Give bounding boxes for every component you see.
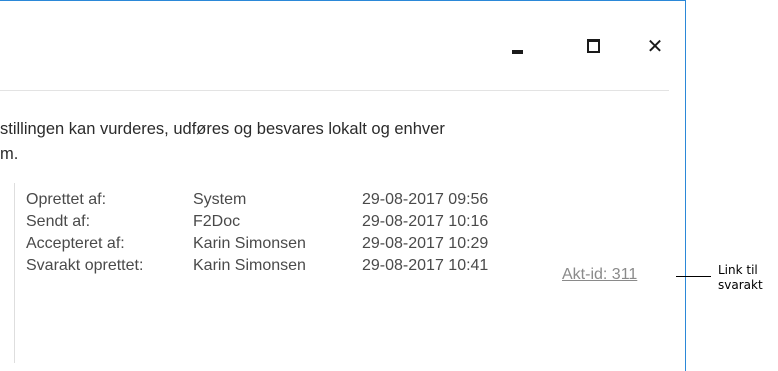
info-value: System [193,191,247,208]
callout-label: Link til svarakt [718,263,763,293]
akt-id-link[interactable]: Akt-id: 311 [562,266,637,284]
callout-line-text: Link til [718,263,758,277]
info-label: Svarakt oprettet: [26,257,144,274]
info-label: Sendt af: [26,213,91,230]
screenshot-canvas: ✕ stillingen kan vurderes, udføres og be… [0,0,778,371]
minimize-icon [511,50,523,54]
info-timestamp: 29-08-2017 09:56 [362,191,489,208]
info-section-border [14,183,15,363]
maximize-icon [586,39,600,53]
minimize-button[interactable] [502,31,532,61]
description-line: stillingen kan vurderes, udføres og besv… [0,120,445,138]
close-button[interactable]: ✕ [640,31,670,61]
info-value: F2Doc [193,213,241,230]
close-icon: ✕ [646,34,664,58]
info-timestamp: 29-08-2017 10:41 [362,257,489,274]
maximize-button[interactable] [578,31,608,61]
info-value: Karin Simonsen [193,257,306,274]
info-label: Oprettet af: [26,191,107,208]
header-divider [0,90,669,91]
info-value: Karin Simonsen [193,235,306,252]
dialog-window: ✕ stillingen kan vurderes, udføres og be… [0,0,686,371]
callout-line-text: svarakt [718,278,763,292]
callout-line [676,276,711,277]
description-text: stillingen kan vurderes, udføres og besv… [0,117,445,167]
description-line: m. [0,145,19,163]
info-timestamp: 29-08-2017 10:16 [362,213,489,230]
info-timestamp: 29-08-2017 10:29 [362,235,489,252]
info-label: Accepteret af: [26,235,125,252]
